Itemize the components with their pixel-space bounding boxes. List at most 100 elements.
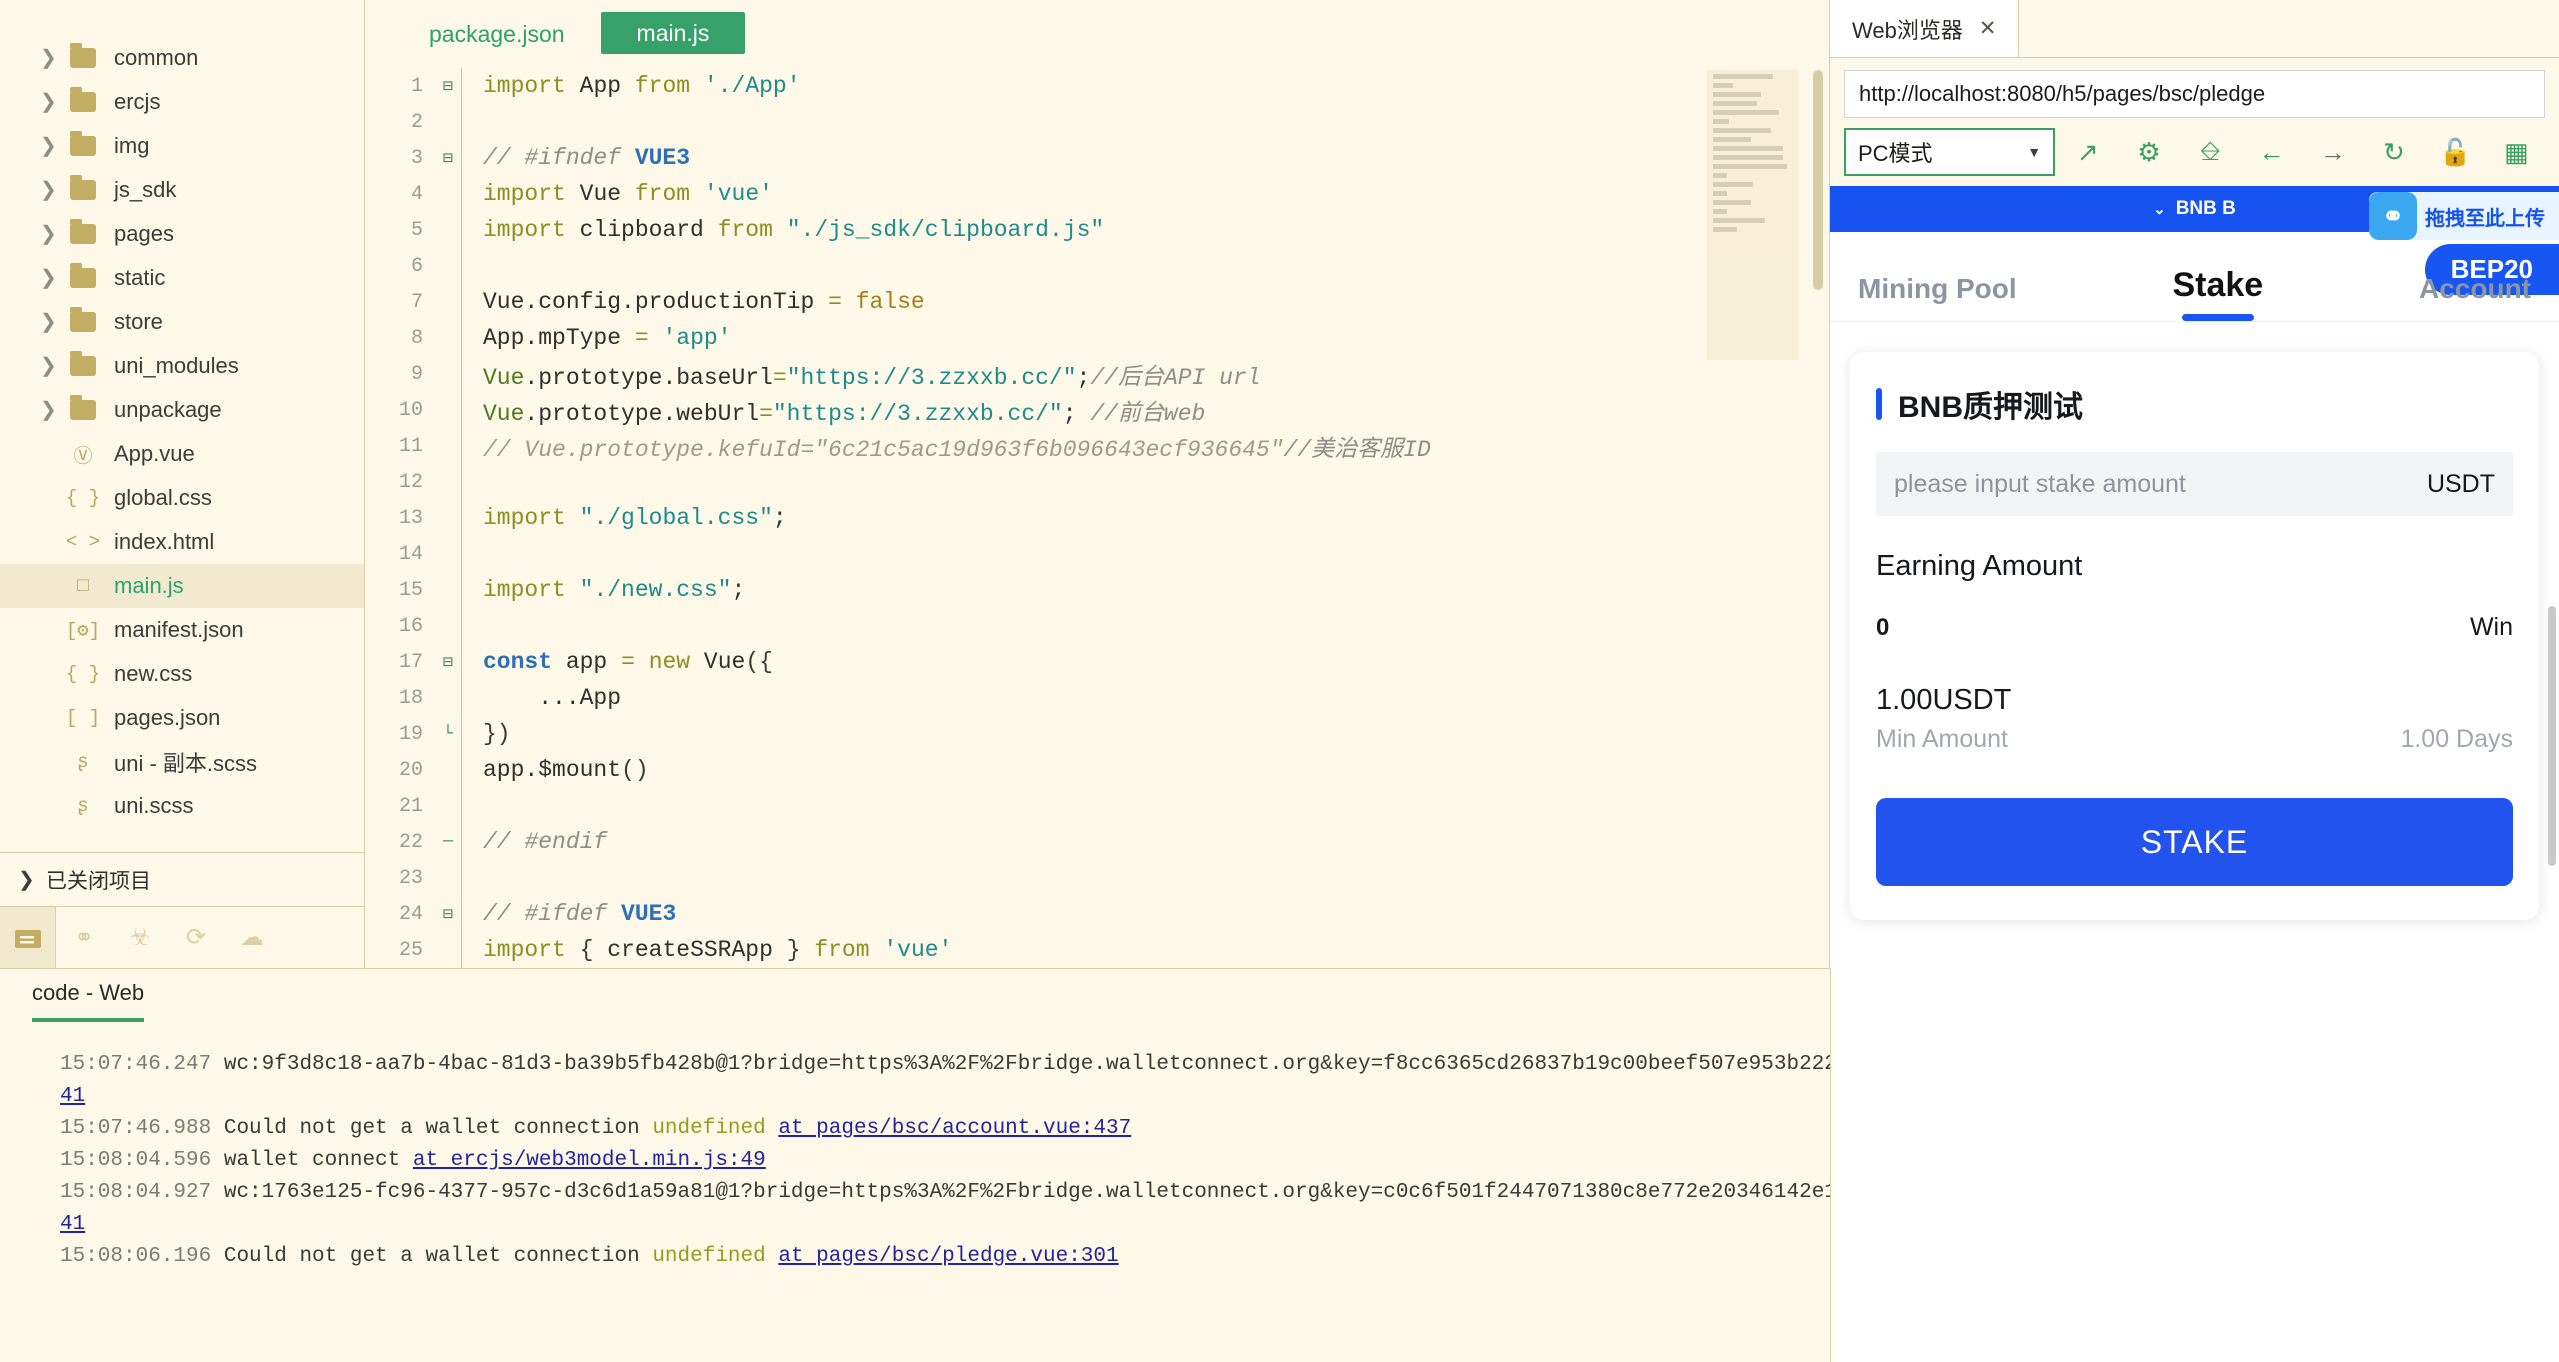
viewport-scrollbar[interactable] — [2548, 606, 2556, 866]
close-icon[interactable]: ✕ — [1979, 16, 1997, 41]
reload-icon[interactable]: ↻ — [2365, 128, 2422, 176]
indent-guide — [461, 176, 475, 212]
qr-code-icon[interactable]: ▦ — [2488, 128, 2545, 176]
fold-toggle-icon[interactable]: ⊟ — [435, 652, 461, 673]
log-source-link[interactable]: at pages/bsc/pledge.vue:301 — [778, 1245, 1118, 1268]
terminal-icon[interactable]: ⎒ — [2182, 128, 2239, 176]
tree-item-uni-scss[interactable]: ʂ uni.scss — [0, 784, 364, 828]
chevron-right-icon[interactable]: ❯ — [40, 356, 66, 376]
tree-item-label: unpackage — [114, 397, 222, 422]
line-number: 12 — [398, 470, 423, 494]
code-text: // #ifndef VUE3 — [483, 145, 691, 171]
tree-item-index-html[interactable]: < > index.html — [0, 520, 364, 564]
fold-toggle-icon[interactable]: ⊟ — [435, 76, 461, 97]
line-number: 18 — [398, 686, 423, 710]
indent-guide — [461, 536, 475, 572]
chevron-right-icon[interactable]: ❯ — [40, 312, 66, 332]
stake-amount-placeholder: please input stake amount — [1894, 469, 2186, 498]
tree-item-new-css[interactable]: { } new.css — [0, 652, 364, 696]
code-line: 19 └}) — [365, 716, 1829, 752]
tree-item-store[interactable]: ❯ store — [0, 300, 364, 344]
chevron-right-icon[interactable]: ❯ — [40, 268, 66, 288]
tree-item-unpackage[interactable]: ❯ unpackage — [0, 388, 364, 432]
stake-button[interactable]: STAKE — [1876, 798, 2513, 886]
url-bar[interactable]: http://localhost:8080/h5/pages/bsc/pledg… — [1844, 70, 2545, 118]
code-content[interactable]: 1 ⊟ import App from './App' 2 3 ⊟// #ifndef V… — [365, 68, 1829, 968]
fold-toggle-icon[interactable]: ─ — [435, 833, 461, 852]
minimap[interactable] — [1707, 70, 1799, 360]
code-text: Vue.prototype.baseUrl="https://3.zzxxb.c… — [483, 365, 1261, 391]
binoculars-icon[interactable]: ⚭ — [56, 907, 112, 969]
chevron-right-icon[interactable]: ❯ — [40, 224, 66, 244]
tree-item-manifest-json[interactable]: [⚙] manifest.json — [0, 608, 364, 652]
popout-icon[interactable]: ↗ — [2059, 128, 2116, 176]
tree-item-uni-modules[interactable]: ❯ uni_modules — [0, 344, 364, 388]
fold-toggle-icon[interactable]: ⊟ — [435, 148, 461, 169]
code-line: 15 import "./new.css"; — [365, 572, 1829, 608]
editor-tabbar[interactable]: package.json main.js — [365, 0, 1829, 68]
fold-toggle-icon[interactable]: ⊟ — [435, 904, 461, 925]
bug-icon[interactable]: ☣ — [112, 907, 168, 969]
dapp-tab-mining-pool[interactable]: Mining Pool — [1858, 273, 2017, 321]
web-preview-pane: Web浏览器 ✕ http://localhost:8080/h5/pages/… — [1830, 0, 2559, 968]
chevron-right-icon[interactable]: ❯ — [40, 136, 66, 156]
tree-item-static[interactable]: ❯ static — [0, 256, 364, 300]
device-mode-select[interactable]: PC模式 ▼ — [1844, 128, 2056, 176]
chevron-down-icon: ⌄ — [2153, 201, 2166, 218]
log-source-link[interactable]: at pages/bsc/account.vue:437 — [778, 1117, 1131, 1140]
tree-item-js-sdk[interactable]: ❯ js_sdk — [0, 168, 364, 212]
dapp-network-bar[interactable]: ⌄ BNB B ⚭ 拖拽至此上传 — [1830, 186, 2559, 240]
indent-guide — [461, 140, 475, 176]
gear-icon[interactable]: ⚙ — [2120, 128, 2177, 176]
console-tab[interactable]: code - Web — [32, 980, 145, 1022]
url-text: http://localhost:8080/h5/pages/bsc/pledg… — [1859, 81, 2266, 106]
tab-web-browser[interactable]: Web浏览器 ✕ — [1830, 0, 2020, 57]
preview-tabbar: Web浏览器 ✕ — [1830, 0, 2559, 58]
share-arrow-icon[interactable]: ⟳ — [168, 907, 224, 969]
tree-item-label: static — [114, 265, 166, 290]
indent-guide — [461, 284, 475, 320]
dapp-tab-stake[interactable]: Stake — [2172, 266, 2263, 321]
code-line: 17 ⊟ const app = new Vue({ — [365, 644, 1829, 680]
earning-amount-unit: Win — [2469, 613, 2513, 641]
tree-item-uni-scss[interactable]: ʂ uni - 副本.scss — [0, 740, 364, 784]
dapp-tab-account[interactable]: Account — [2419, 273, 2531, 321]
back-arrow-icon[interactable]: ← — [2243, 128, 2300, 176]
closed-projects-row[interactable]: ❯ 已关闭项目 — [0, 852, 364, 906]
tree-item-pages[interactable]: ❯ pages — [0, 212, 364, 256]
tree-item-label: index.html — [114, 529, 215, 554]
log-timestamp: 15:08:04.927 — [60, 1181, 212, 1204]
sidebar-toolbar: ⚭ ☣ ⟳ ☁ — [0, 906, 364, 969]
chevron-right-icon[interactable]: ❯ — [40, 400, 66, 420]
stake-amount-input[interactable]: please input stake amount USDT — [1876, 452, 2513, 516]
tree-item-img[interactable]: ❯ img — [0, 124, 364, 168]
globe-cloud-icon[interactable]: ☁ — [224, 907, 280, 969]
forward-arrow-icon[interactable]: → — [2304, 128, 2361, 176]
tree-item-common[interactable]: ❯ common — [0, 36, 364, 80]
folder-icon[interactable] — [0, 906, 56, 969]
tree-item-global-css[interactable]: { } global.css — [0, 476, 364, 520]
line-number: 15 — [398, 578, 423, 602]
fold-toggle-icon[interactable]: └ — [435, 725, 461, 744]
editor-tab-package-json[interactable]: package.json — [393, 0, 601, 68]
chevron-right-icon[interactable]: ❯ — [40, 48, 66, 68]
log-source-link[interactable]: at ercjs/web3model.min.js:49 — [413, 1149, 766, 1172]
tree-item-ercjs[interactable]: ❯ ercjs — [0, 80, 364, 124]
drag-upload-hint[interactable]: ⚭ 拖拽至此上传 — [2369, 192, 2559, 240]
log-timestamp: 15:08:04.596 — [60, 1149, 212, 1172]
tree-item-pages-json[interactable]: [ ] pages.json — [0, 696, 364, 740]
unlock-icon[interactable]: 🔓 — [2427, 128, 2484, 176]
code-line: 23 — [365, 860, 1829, 896]
indent-guide — [461, 932, 475, 968]
tree-item-app-vue[interactable]: Ⓥ App.vue — [0, 432, 364, 476]
editor-tab-main-js[interactable]: main.js — [600, 12, 746, 54]
line-number: 10 — [398, 398, 423, 422]
file-tree[interactable]: ❯ common ❯ ercjs ❯ img ❯ js_sdk ❯ pages ❯ static ❯ st… — [0, 0, 364, 852]
code-text: // #endif — [483, 829, 608, 855]
chevron-right-icon[interactable]: ❯ — [40, 180, 66, 200]
editor-scrollbar[interactable] — [1813, 70, 1823, 290]
tree-item-main-js[interactable]: □ main.js — [0, 564, 364, 608]
min-amount-label: Min Amount — [1876, 725, 2009, 753]
console-panel: code - Web ☢◔▮⬚∧✕↓ 15:07:46.247 wc:9f3d8… — [0, 968, 2559, 1362]
chevron-right-icon[interactable]: ❯ — [40, 92, 66, 112]
